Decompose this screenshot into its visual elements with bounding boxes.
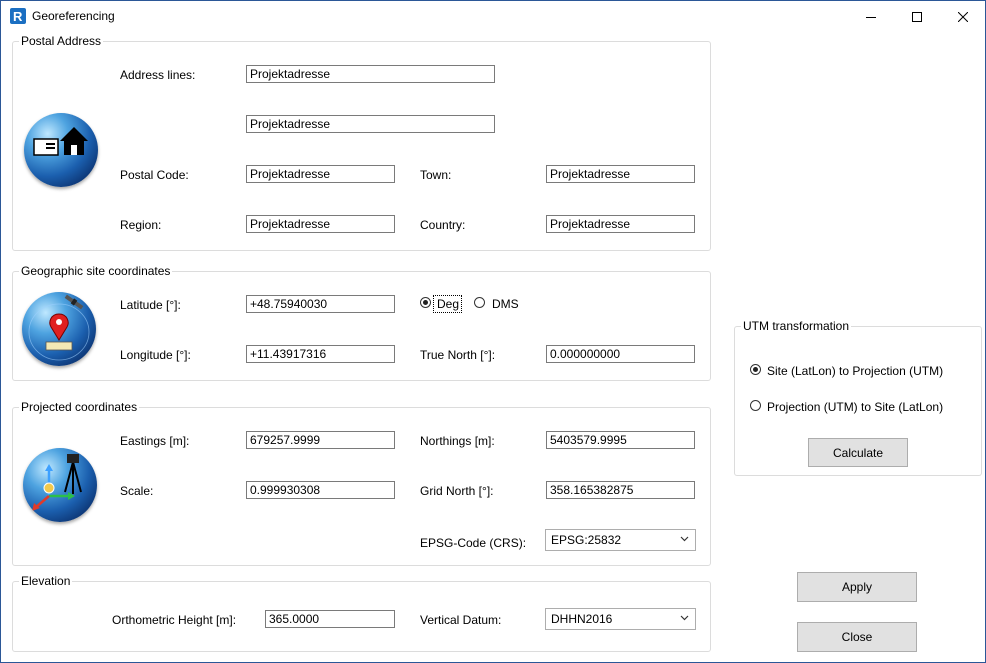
- longitude-input[interactable]: +11.43917316: [246, 345, 395, 363]
- eastings-input[interactable]: 679257.9999: [246, 431, 395, 449]
- grid-north-input[interactable]: 358.165382875: [546, 481, 695, 499]
- close-button[interactable]: Close: [797, 622, 917, 652]
- true-north-label: True North [°]:: [420, 348, 496, 362]
- epsg-code-select[interactable]: EPSG:25832: [545, 529, 696, 551]
- geographic-coordinates-group: Geographic site coordinates: [12, 264, 711, 381]
- title-bar[interactable]: R Georeferencing: [1, 1, 985, 32]
- projection-to-site-label[interactable]: Projection (UTM) to Site (LatLon): [767, 400, 943, 414]
- true-north-input[interactable]: 0.000000000: [546, 345, 695, 363]
- eastings-label: Eastings [m]:: [120, 434, 190, 448]
- survey-globe-icon: [23, 448, 97, 522]
- northings-label: Northings [m]:: [420, 434, 495, 448]
- postal-code-input[interactable]: Projektadresse: [246, 165, 395, 183]
- vertical-datum-select[interactable]: DHHN2016: [545, 608, 696, 630]
- dms-radio[interactable]: [474, 297, 485, 308]
- minimize-icon: [866, 16, 876, 18]
- latitude-label: Latitude [°]:: [120, 298, 181, 312]
- chevron-down-icon: [680, 615, 689, 621]
- group-title: Elevation: [19, 574, 73, 588]
- postal-globe-icon: [24, 113, 98, 187]
- vertical-datum-label: Vertical Datum:: [420, 613, 502, 627]
- orthometric-height-label: Orthometric Height [m]:: [112, 613, 237, 627]
- scale-label: Scale:: [120, 484, 154, 498]
- postal-code-label: Postal Code:: [120, 168, 189, 182]
- svg-text:R: R: [13, 9, 23, 24]
- window-title: Georeferencing: [32, 9, 115, 23]
- address-line-1-input[interactable]: Projektadresse: [246, 65, 495, 83]
- close-icon: [958, 11, 968, 22]
- group-title: Projected coordinates: [19, 400, 140, 414]
- epsg-code-value: EPSG:25832: [551, 533, 622, 547]
- northings-input[interactable]: 5403579.9995: [546, 431, 695, 449]
- grid-north-label: Grid North [°]:: [420, 484, 494, 498]
- maximize-icon: [912, 11, 922, 22]
- chevron-down-icon: [680, 536, 689, 542]
- site-to-projection-radio[interactable]: [750, 364, 761, 375]
- address-lines-label: Address lines:: [120, 68, 196, 82]
- longitude-label: Longitude [°]:: [120, 348, 191, 362]
- group-title: UTM transformation: [741, 319, 852, 333]
- vertical-datum-value: DHHN2016: [551, 612, 613, 626]
- country-input[interactable]: Projektadresse: [546, 215, 695, 233]
- region-label: Region:: [120, 218, 162, 232]
- orthometric-height-input[interactable]: 365.0000: [265, 610, 395, 628]
- close-window-button[interactable]: [940, 1, 986, 32]
- deg-radio[interactable]: [420, 297, 431, 308]
- satellite-globe-icon: [22, 292, 96, 366]
- revit-r-icon: R: [10, 8, 26, 24]
- georeferencing-window: R Georeferencing Postal Address Address …: [0, 0, 986, 663]
- latitude-input[interactable]: +48.75940030: [246, 295, 395, 313]
- apply-button[interactable]: Apply: [797, 572, 917, 602]
- epsg-code-label: EPSG-Code (CRS):: [420, 536, 527, 550]
- town-label: Town:: [420, 168, 452, 182]
- region-input[interactable]: Projektadresse: [246, 215, 395, 233]
- calculate-button[interactable]: Calculate: [808, 438, 908, 467]
- address-line-2-input[interactable]: Projektadresse: [246, 115, 495, 133]
- group-title: Geographic site coordinates: [19, 264, 173, 278]
- site-to-projection-label[interactable]: Site (LatLon) to Projection (UTM): [767, 364, 943, 378]
- dms-radio-label[interactable]: DMS: [492, 297, 519, 311]
- deg-focus-indicator: [433, 295, 462, 313]
- scale-input[interactable]: 0.999930308: [246, 481, 395, 499]
- town-input[interactable]: Projektadresse: [546, 165, 695, 183]
- country-label: Country:: [420, 218, 466, 232]
- minimize-button[interactable]: [848, 1, 894, 32]
- group-title: Postal Address: [19, 34, 104, 48]
- maximize-button[interactable]: [894, 1, 940, 32]
- projection-to-site-radio[interactable]: [750, 400, 761, 411]
